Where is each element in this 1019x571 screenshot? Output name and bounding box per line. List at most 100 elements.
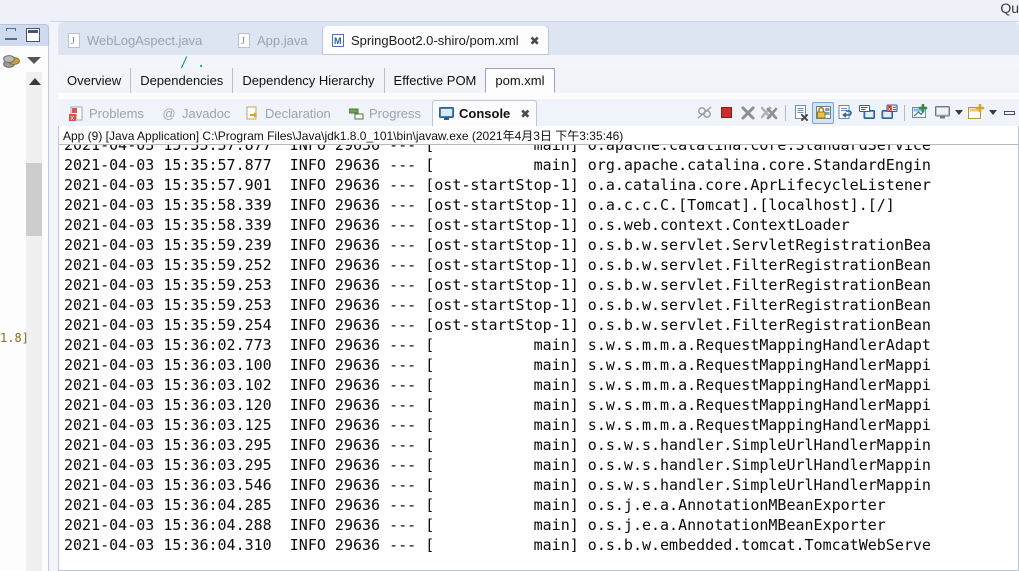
editor-tab-pom-xml[interactable]: M SpringBoot2.0-shiro/pom.xml ✖ xyxy=(322,26,549,55)
toolbar-separator xyxy=(785,104,786,121)
editor-tab-label: App.java xyxy=(257,33,308,48)
console-log-line: 2021-04-03 15:36:04.288 INFO 29636 --- [… xyxy=(64,516,886,534)
view-tab-console[interactable]: Console ✖ xyxy=(432,100,538,126)
declaration-icon xyxy=(245,106,260,121)
open-console-icon[interactable] xyxy=(965,102,987,124)
view-menu-chevron-icon[interactable] xyxy=(27,57,41,64)
console-log-line: 2021-04-03 15:35:58.339 INFO 29636 --- [… xyxy=(64,196,895,214)
view-tab-declaration[interactable]: Declaration xyxy=(239,100,337,126)
form-tab-label: Dependencies xyxy=(140,73,224,88)
remove-launch-icon[interactable] xyxy=(737,102,759,124)
terminate-icon[interactable] xyxy=(715,102,737,124)
show-console-on-error-icon[interactable]: x xyxy=(878,102,900,124)
left-view-scroll-thumb[interactable] xyxy=(26,163,42,236)
form-tab-label: pom.xml xyxy=(495,73,545,88)
form-tab-filler xyxy=(555,68,1019,93)
pom-form-tabs: Overview Dependencies Dependency Hierarc… xyxy=(58,68,1019,93)
console-log-line: 2021-04-03 15:35:58.339 INFO 29636 --- [… xyxy=(64,216,850,234)
editor-content-hint: / . xyxy=(180,55,206,68)
close-icon[interactable]: ✖ xyxy=(520,107,530,121)
console-log-line: 2021-04-03 15:36:03.120 INFO 29636 --- [… xyxy=(64,396,931,414)
view-tab-problems[interactable]: x Problems xyxy=(63,100,150,126)
view-minimize-icon[interactable] xyxy=(999,102,1019,124)
problems-icon: x xyxy=(69,106,84,122)
console-log-line: 2021-04-03 15:35:57.901 INFO 29636 --- [… xyxy=(64,176,931,194)
word-wrap-icon[interactable] xyxy=(834,102,856,124)
skip-all-breakpoints-icon[interactable] xyxy=(693,102,715,124)
editor-stack: J WebLogAspect.java J App.java M SpringB… xyxy=(50,22,1019,571)
form-tab-label: Effective POM xyxy=(393,73,477,88)
svg-text:J: J xyxy=(71,36,75,47)
console-view-stack: x Problems @ Javadoc Declaration Progres… xyxy=(58,99,1019,571)
console-process-header: App (9) [Java Application] C:\Program Fi… xyxy=(63,129,624,143)
toolbar-separator xyxy=(904,104,905,121)
editor-tab-app[interactable]: J App.java xyxy=(228,26,317,55)
console-log-line: 2021-04-03 15:36:03.125 INFO 29636 --- [… xyxy=(64,416,931,434)
form-tab-label: Overview xyxy=(67,73,122,88)
remove-all-terminated-icon[interactable] xyxy=(759,102,781,124)
form-tab-pom-xml[interactable]: pom.xml xyxy=(485,68,555,93)
pin-console-icon[interactable] xyxy=(909,102,931,124)
coins-stack-icon xyxy=(2,52,22,72)
maximize-icon[interactable] xyxy=(26,28,40,42)
svg-text:M: M xyxy=(334,36,342,46)
form-tab-label: Dependency Hierarchy xyxy=(242,73,375,88)
form-tab-dependencies[interactable]: Dependencies xyxy=(131,68,234,93)
view-tab-javadoc[interactable]: @ Javadoc xyxy=(156,100,236,126)
console-log-line: 2021-04-03 15:35:59.253 INFO 29636 --- [… xyxy=(64,296,931,314)
show-console-on-output-icon[interactable] xyxy=(856,102,878,124)
svg-text:x: x xyxy=(888,107,891,113)
chevron-down-icon[interactable] xyxy=(987,102,999,124)
console-log-line: 2021-04-03 15:36:03.100 INFO 29636 --- [… xyxy=(64,356,931,374)
console-log-lines[interactable]: 2021-04-03 15:35:57.877 INFO 29636 --- [… xyxy=(59,145,1018,569)
console-toolbar: x xyxy=(693,99,1019,126)
form-tab-dependency-hierarchy[interactable]: Dependency Hierarchy xyxy=(233,68,385,93)
scroll-up-arrow-icon[interactable] xyxy=(29,78,41,85)
close-icon[interactable]: ✖ xyxy=(530,34,540,48)
javadoc-at-icon: @ xyxy=(162,106,177,121)
form-tab-effective-pom[interactable]: Effective POM xyxy=(385,68,487,93)
svg-text:x: x xyxy=(71,115,75,121)
editor-tab-label: WebLogAspect.java xyxy=(87,33,203,48)
minimize-icon[interactable] xyxy=(5,28,17,40)
left-view-truncated-text: 1.8] xyxy=(0,331,29,345)
console-log-line: 2021-04-03 15:36:04.285 INFO 29636 --- [… xyxy=(64,496,886,514)
console-log-line: 2021-04-03 15:35:57.877 INFO 29636 --- [… xyxy=(64,145,931,154)
console-output-area[interactable]: App (9) [Java Application] C:\Program Fi… xyxy=(58,126,1019,571)
form-tab-overview[interactable]: Overview xyxy=(58,68,132,93)
display-selected-console-icon[interactable] xyxy=(931,102,953,124)
chevron-down-icon[interactable] xyxy=(953,102,965,124)
editor-tab-weblogaspect[interactable]: J WebLogAspect.java xyxy=(58,26,211,55)
view-tab-label: Problems xyxy=(89,105,144,121)
svg-text:@: @ xyxy=(163,106,176,121)
view-tab-label: Declaration xyxy=(265,105,331,121)
console-log-line: 2021-04-03 15:35:57.877 INFO 29636 --- [… xyxy=(64,156,931,174)
left-view-scrollbar[interactable] xyxy=(26,72,42,571)
top-right-label: Qu xyxy=(1000,0,1019,16)
view-tab-label: Console xyxy=(459,106,511,121)
progress-icon xyxy=(348,106,364,121)
eclipse-window: Qu 1.8] J WebLogAspect.java J App.java M… xyxy=(0,0,1019,571)
left-view-strip: 1.8] xyxy=(0,0,50,571)
console-log-line: 2021-04-03 15:36:03.295 INFO 29636 --- [… xyxy=(64,456,931,474)
view-tab-label: Progress xyxy=(369,105,422,121)
console-log-line: 2021-04-03 15:35:59.239 INFO 29636 --- [… xyxy=(64,236,931,254)
editor-tab-label: SpringBoot2.0-shiro/pom.xml xyxy=(351,33,519,48)
console-log-line: 2021-04-03 15:36:03.295 INFO 29636 --- [… xyxy=(64,436,931,454)
console-log-line: 2021-04-03 15:35:59.252 INFO 29636 --- [… xyxy=(64,256,931,274)
console-icon xyxy=(439,106,454,121)
view-tab-label: Javadoc xyxy=(182,105,231,121)
view-tab-row: x Problems @ Javadoc Declaration Progres… xyxy=(58,99,1019,126)
console-log-line: 2021-04-03 15:36:03.102 INFO 29636 --- [… xyxy=(64,376,931,394)
console-log-line: 2021-04-03 15:35:59.254 INFO 29636 --- [… xyxy=(64,316,931,334)
scroll-lock-icon[interactable] xyxy=(812,101,834,124)
java-file-icon: J xyxy=(67,33,81,48)
svg-text:J: J xyxy=(241,36,245,47)
editor-tab-row: J WebLogAspect.java J App.java M SpringB… xyxy=(50,22,1019,55)
clear-console-icon[interactable] xyxy=(790,102,812,124)
view-tab-progress[interactable]: Progress xyxy=(343,100,427,126)
console-log-line: 2021-04-03 15:35:59.253 INFO 29636 --- [… xyxy=(64,276,931,294)
java-file-icon: J xyxy=(237,33,251,48)
console-log-line: 2021-04-03 15:36:03.546 INFO 29636 --- [… xyxy=(64,476,931,494)
console-log-line: 2021-04-03 15:36:04.310 INFO 29636 --- [… xyxy=(64,536,931,554)
